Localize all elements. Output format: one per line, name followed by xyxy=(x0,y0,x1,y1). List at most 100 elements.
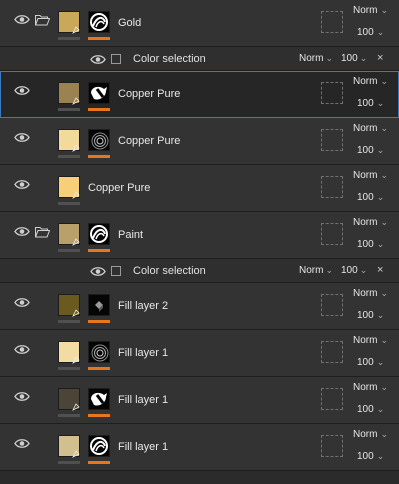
blend-mode-dropdown[interactable]: Norm ⌄ xyxy=(353,123,388,134)
layer-thumbnail[interactable] xyxy=(58,294,80,323)
layer-mask-slot[interactable] xyxy=(321,388,343,410)
layer-mask[interactable] xyxy=(88,341,110,370)
layer-mask-slot[interactable] xyxy=(321,435,343,457)
eye-icon[interactable] xyxy=(14,391,30,402)
eye-icon[interactable] xyxy=(14,85,30,96)
eye-icon[interactable] xyxy=(14,226,30,237)
opacity-value: 100 xyxy=(357,27,374,38)
opacity-dropdown[interactable]: 100 ⌄ xyxy=(357,404,384,415)
layer-mask-slot[interactable] xyxy=(321,176,343,198)
mask-preview-icon xyxy=(88,223,110,245)
opacity-dropdown[interactable]: 100 ⌄ xyxy=(341,53,367,64)
opacity-dropdown[interactable]: 100 ⌄ xyxy=(357,27,384,38)
effect-row-color-selection[interactable]: Color selection Norm ⌄ 100 ⌄ × xyxy=(0,47,399,71)
layer-mask[interactable] xyxy=(88,435,110,464)
blend-mode-dropdown[interactable]: Norm ⌄ xyxy=(353,217,388,228)
layer-name[interactable]: Paint xyxy=(118,229,143,241)
blend-mode-dropdown[interactable]: Norm ⌄ xyxy=(353,76,388,87)
eye-icon[interactable] xyxy=(14,132,30,143)
layer-name[interactable]: Copper Pure xyxy=(118,88,180,100)
layer-mask[interactable] xyxy=(88,294,110,323)
blend-mode-dropdown[interactable]: Norm ⌄ xyxy=(353,5,388,16)
opacity-dropdown[interactable]: 100 ⌄ xyxy=(357,239,384,250)
thumbnail-bar xyxy=(58,249,80,252)
opacity-value: 100 xyxy=(357,145,374,156)
opacity-dropdown[interactable]: 100 ⌄ xyxy=(341,265,367,276)
layer-mask-slot[interactable] xyxy=(321,341,343,363)
layer-row[interactable]: Copper Pure Norm ⌄ 100 ⌄ xyxy=(0,118,399,165)
effect-row-color-selection[interactable]: Color selection Norm ⌄ 100 ⌄ × xyxy=(0,259,399,283)
layer-mask-slot[interactable] xyxy=(321,82,343,104)
eye-icon[interactable] xyxy=(14,297,30,308)
layer-thumbnail[interactable] xyxy=(58,223,80,252)
blend-mode-dropdown[interactable]: Norm ⌄ xyxy=(299,265,333,276)
layer-mask-slot[interactable] xyxy=(321,129,343,151)
material-swatch xyxy=(58,435,80,458)
effect-checkbox[interactable] xyxy=(111,266,121,276)
blend-mode-dropdown[interactable]: Norm ⌄ xyxy=(353,382,388,393)
layer-name[interactable]: Fill layer 1 xyxy=(118,347,168,359)
layer-mask-slot[interactable] xyxy=(321,294,343,316)
layer-thumbnail[interactable] xyxy=(58,82,80,111)
layer-row[interactable]: Paint Norm ⌄ 100 ⌄ xyxy=(0,212,399,259)
blend-mode-value: Norm xyxy=(353,123,378,134)
layer-thumbnail[interactable] xyxy=(58,11,80,40)
layer-mask[interactable] xyxy=(88,223,110,252)
opacity-dropdown[interactable]: 100 ⌄ xyxy=(357,451,384,462)
mask-preview-icon xyxy=(88,341,110,363)
layer-name[interactable]: Gold xyxy=(118,17,141,29)
layer-thumbnail[interactable] xyxy=(58,341,80,370)
layer-thumbnail[interactable] xyxy=(58,176,80,205)
layer-thumbnail[interactable] xyxy=(58,435,80,464)
layer-thumbnail[interactable] xyxy=(58,388,80,417)
chevron-down-icon: ⌄ xyxy=(380,123,388,133)
layer-name[interactable]: Copper Pure xyxy=(88,182,150,194)
layer-mask[interactable] xyxy=(88,129,110,158)
eye-icon[interactable] xyxy=(90,266,106,277)
layer-row[interactable]: Copper Pure Norm ⌄ 100 ⌄ xyxy=(0,165,399,212)
layer-row[interactable]: Fill layer 1 Norm ⌄ 100 ⌄ xyxy=(0,330,399,377)
thumbnail-bar xyxy=(58,461,80,464)
blend-mode-dropdown[interactable]: Norm ⌄ xyxy=(299,53,333,64)
close-icon[interactable]: × xyxy=(377,52,383,64)
layer-mask[interactable] xyxy=(88,11,110,40)
effect-checkbox[interactable] xyxy=(111,54,121,64)
opacity-dropdown[interactable]: 100 ⌄ xyxy=(357,357,384,368)
layer-mask[interactable] xyxy=(88,82,110,111)
layer-name[interactable]: Fill layer 1 xyxy=(118,441,168,453)
layer-name[interactable]: Fill layer 2 xyxy=(118,300,168,312)
eye-icon[interactable] xyxy=(14,179,30,190)
chevron-down-icon: ⌄ xyxy=(376,451,385,461)
eye-icon[interactable] xyxy=(14,344,30,355)
blend-mode-dropdown[interactable]: Norm ⌄ xyxy=(353,429,388,440)
folder-icon[interactable] xyxy=(34,14,51,26)
folder-icon[interactable] xyxy=(34,226,51,238)
opacity-value: 100 xyxy=(357,404,374,415)
blend-mode-value: Norm xyxy=(299,265,324,276)
material-swatch xyxy=(58,341,80,364)
layer-row[interactable]: Fill layer 1 Norm ⌄ 100 ⌄ xyxy=(0,377,399,424)
blend-mode-dropdown[interactable]: Norm ⌄ xyxy=(353,335,388,346)
layer-mask[interactable] xyxy=(88,388,110,417)
layer-thumbnail[interactable] xyxy=(58,129,80,158)
thumbnail-bar xyxy=(58,414,80,417)
opacity-dropdown[interactable]: 100 ⌄ xyxy=(357,145,384,156)
opacity-dropdown[interactable]: 100 ⌄ xyxy=(357,98,384,109)
opacity-dropdown[interactable]: 100 ⌄ xyxy=(357,310,384,321)
eye-icon[interactable] xyxy=(14,438,30,449)
layer-row[interactable]: Gold Norm ⌄ 100 ⌄ xyxy=(0,0,399,47)
eye-icon[interactable] xyxy=(90,54,106,65)
eye-icon[interactable] xyxy=(14,14,30,25)
layer-name[interactable]: Copper Pure xyxy=(118,135,180,147)
blend-mode-dropdown[interactable]: Norm ⌄ xyxy=(353,170,388,181)
layer-mask-slot[interactable] xyxy=(321,223,343,245)
layer-row[interactable]: Fill layer 2 Norm ⌄ 100 ⌄ xyxy=(0,283,399,330)
layer-name[interactable]: Fill layer 1 xyxy=(118,394,168,406)
layer-row[interactable]: Copper Pure Norm ⌄ 100 ⌄ xyxy=(0,71,399,118)
chevron-down-icon: ⌄ xyxy=(376,310,385,320)
layer-row[interactable]: Fill layer 1 Norm ⌄ 100 ⌄ xyxy=(0,424,399,471)
layer-mask-slot[interactable] xyxy=(321,11,343,33)
opacity-dropdown[interactable]: 100 ⌄ xyxy=(357,192,384,203)
blend-mode-dropdown[interactable]: Norm ⌄ xyxy=(353,288,388,299)
close-icon[interactable]: × xyxy=(377,264,383,276)
